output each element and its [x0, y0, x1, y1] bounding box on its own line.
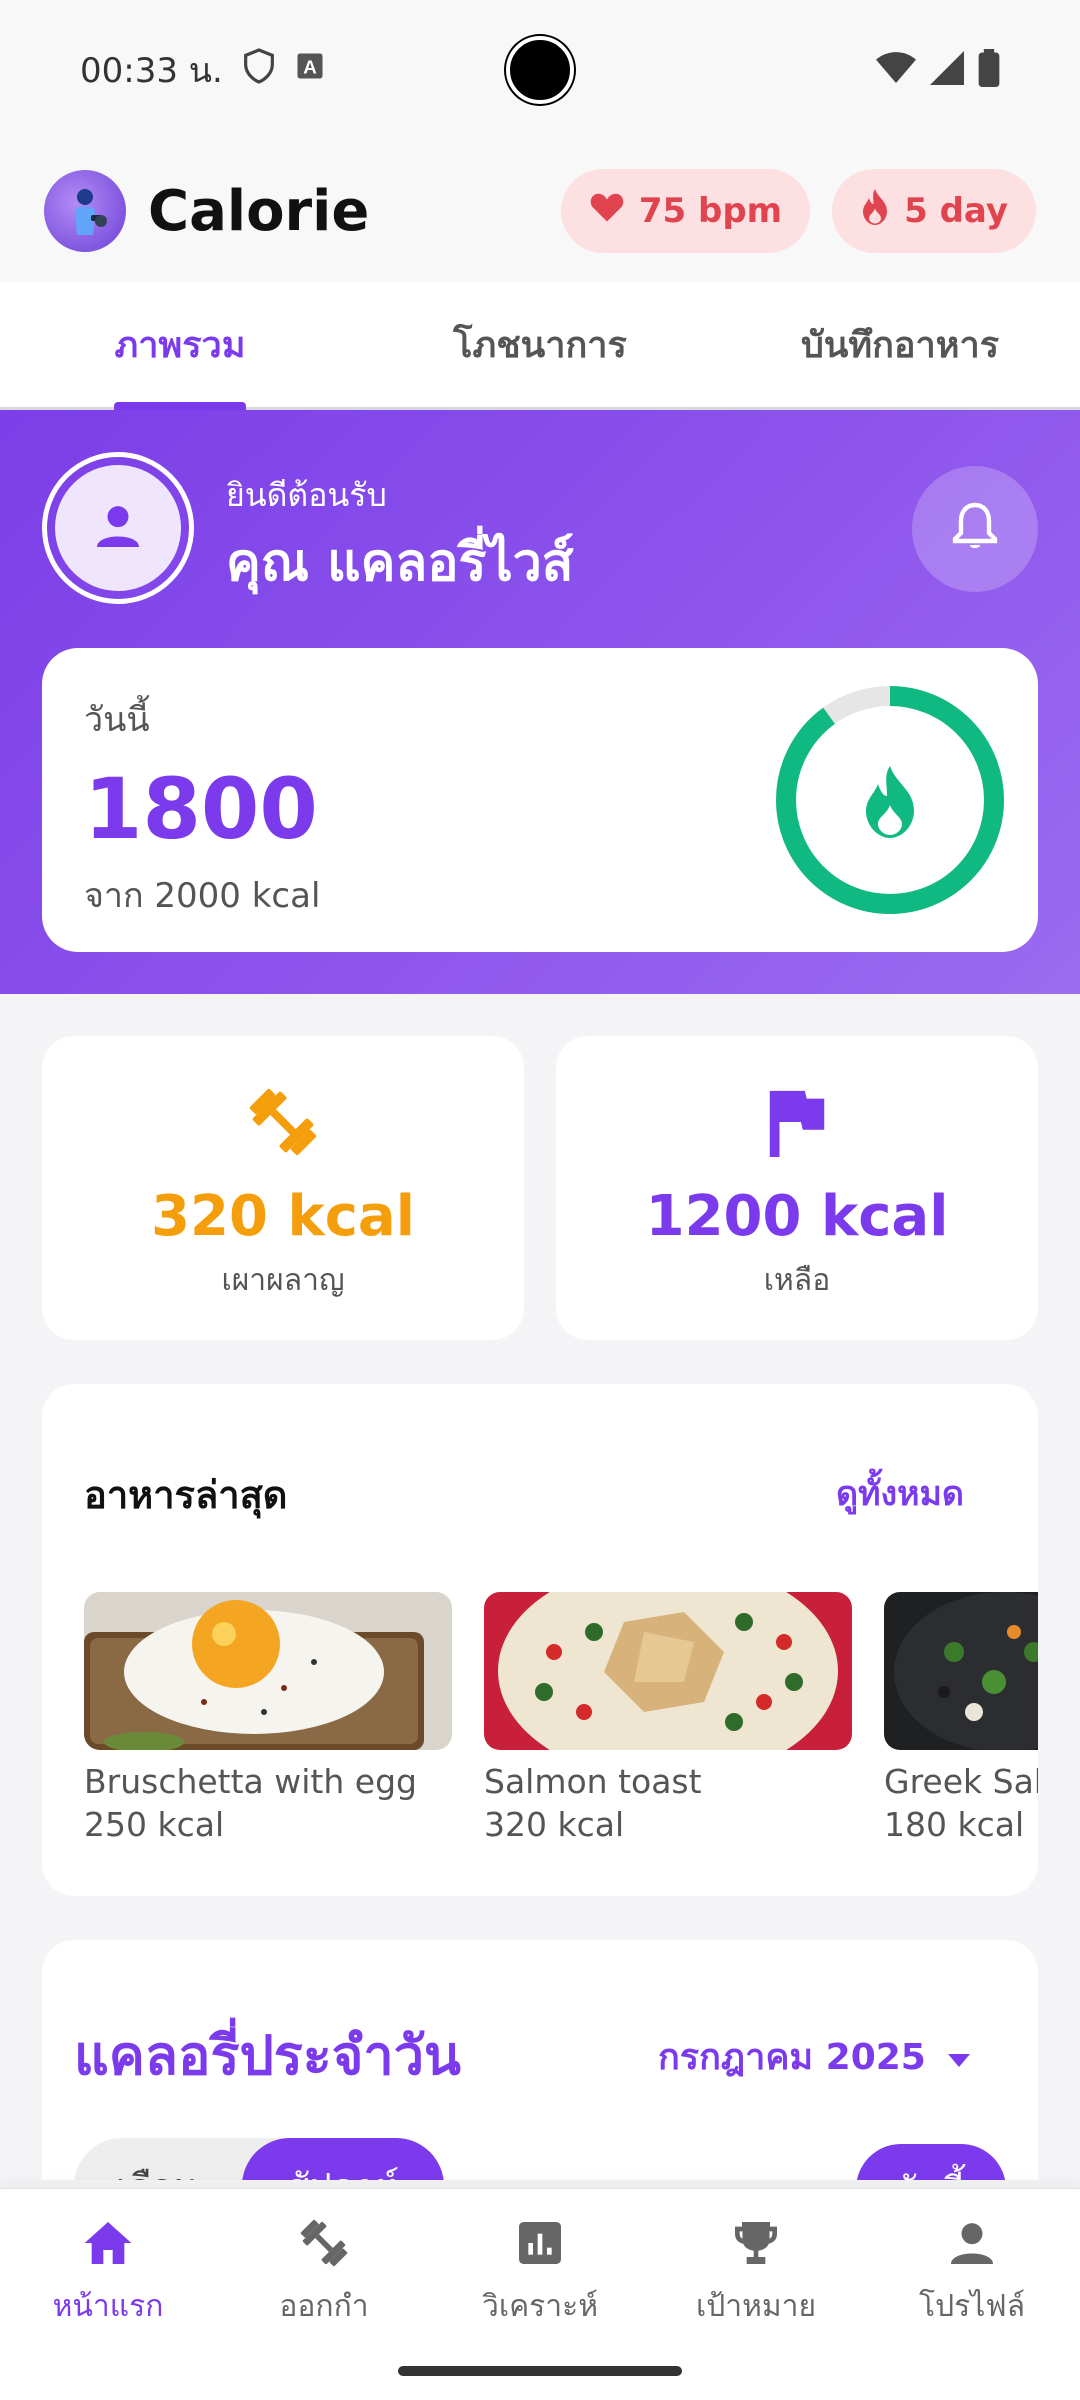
- today-calories-card[interactable]: วันนี้ 1800 จาก 2000 kcal: [42, 648, 1038, 952]
- today-goal-text: จาก 2000 kcal: [84, 876, 321, 916]
- nav-home[interactable]: หน้าแรก: [0, 2215, 216, 2330]
- remaining-label: เหลือ: [763, 1263, 831, 1298]
- calorie-progress-ring: [776, 686, 1004, 914]
- period-segmented-control: เดือน สัปดาห์: [74, 2138, 444, 2180]
- home-icon: [80, 2215, 136, 2275]
- daily-calories-card: แคลอรี่ประจำวัน กรกฎาคม 2025 เดือน สัปดา…: [42, 1940, 1038, 2180]
- person-icon: [90, 498, 146, 558]
- burned-calories-card[interactable]: 320 kcal เผาผลาญ: [42, 1036, 524, 1340]
- camera-cutout: [506, 36, 574, 104]
- battery-icon: [978, 49, 1000, 91]
- nav-label: โปรไฟล์: [919, 2289, 1025, 2324]
- nav-label: เป้าหมาย: [695, 2289, 817, 2324]
- streak-badge[interactable]: 5 day: [832, 169, 1036, 253]
- nav-label: วิเคราะห์: [481, 2289, 598, 2324]
- a-keyboard-icon: A: [295, 50, 325, 90]
- flag-icon: [765, 1082, 829, 1162]
- streak-value: 5 day: [904, 191, 1008, 231]
- food-name: Greek Sal: [884, 1762, 1038, 1801]
- heart-icon: [589, 191, 625, 232]
- app-title: Calorie: [148, 178, 370, 244]
- month-selector[interactable]: กรกฎาคม 2025: [658, 2028, 970, 2085]
- heart-rate-badge[interactable]: 75 bpm: [560, 169, 811, 253]
- person-icon: [944, 2215, 1000, 2275]
- food-kcal: 320 kcal: [484, 1805, 625, 1844]
- remaining-calories-card[interactable]: 1200 kcal เหลือ: [556, 1036, 1038, 1340]
- nav-analytics[interactable]: วิเคราะห์: [432, 2215, 648, 2330]
- fire-icon: [866, 766, 914, 838]
- caret-down-icon: [947, 2036, 970, 2077]
- nav-profile[interactable]: โปรไฟล์: [864, 2215, 1080, 2330]
- food-image-salmon-toast: [484, 1592, 852, 1750]
- tab-food-log[interactable]: บันทึกอาหาร: [720, 282, 1080, 407]
- daily-calories-title: แคลอรี่ประจำวัน: [74, 2024, 461, 2087]
- nav-label: หน้าแรก: [52, 2289, 164, 2324]
- today-label: วันนี้: [84, 700, 150, 740]
- food-item[interactable]: Greek Sal 180 kcal: [884, 1592, 1038, 1844]
- top-tabs: ภาพรวม โภชนาการ บันทึกอาหาร: [0, 282, 1080, 410]
- nav-goals[interactable]: เป้าหมาย: [648, 2215, 864, 2330]
- svg-text:A: A: [303, 57, 317, 78]
- avatar[interactable]: [42, 452, 194, 604]
- home-indicator[interactable]: [398, 2366, 682, 2376]
- remaining-value: 1200 kcal: [645, 1184, 949, 1249]
- segment-week[interactable]: สัปดาห์: [242, 2138, 444, 2180]
- food-image-bruschetta: [84, 1592, 452, 1750]
- food-image-greek-salad: [884, 1592, 1038, 1750]
- wifi-icon: [876, 51, 916, 89]
- tab-overview[interactable]: ภาพรวม: [0, 282, 360, 407]
- burned-label: เผาผลาญ: [221, 1263, 345, 1298]
- tab-nutrition[interactable]: โภชนาการ: [360, 282, 720, 407]
- bell-icon: [951, 501, 999, 557]
- shield-icon: [243, 47, 275, 93]
- food-item[interactable]: Bruschetta with egg 250 kcal: [84, 1592, 452, 1844]
- welcome-text: ยินดีต้อนรับ: [226, 476, 387, 514]
- hero-section: ยินดีต้อนรับ คุณ แคลอรี่ไวส์ วันนี้ 1800…: [0, 410, 1080, 994]
- nav-exercise[interactable]: ออกกำ: [216, 2215, 432, 2330]
- food-kcal: 180 kcal: [884, 1805, 1025, 1844]
- food-name: Salmon toast: [484, 1762, 702, 1801]
- recent-foods-card: อาหารล่าสุด ดูทั้งหมด Bruschetta with eg…: [42, 1384, 1038, 1896]
- app-logo: [44, 170, 126, 252]
- today-button[interactable]: วันนี้: [856, 2144, 1006, 2180]
- dumbbell-icon: [296, 2215, 352, 2275]
- fire-icon: [860, 188, 890, 234]
- analytics-icon: [512, 2215, 568, 2275]
- segment-month[interactable]: เดือน: [116, 2158, 198, 2180]
- notification-button[interactable]: [912, 466, 1038, 592]
- burned-value: 320 kcal: [151, 1184, 415, 1249]
- food-item[interactable]: Salmon toast 320 kcal: [484, 1592, 852, 1844]
- dumbbell-icon: [243, 1082, 323, 1162]
- see-all-link[interactable]: ดูทั้งหมด: [836, 1466, 964, 1520]
- recent-foods-title: อาหารล่าสุด: [84, 1473, 288, 1517]
- app-header: Calorie 75 bpm 5 day: [0, 140, 1080, 282]
- status-time: 00:33 น.: [80, 51, 223, 91]
- today-calories-value: 1800: [84, 760, 318, 858]
- nav-label: ออกกำ: [279, 2289, 369, 2324]
- food-kcal: 250 kcal: [84, 1805, 225, 1844]
- food-name: Bruschetta with egg: [84, 1762, 417, 1801]
- user-name: คุณ แคลอรี่ไวส์: [226, 533, 574, 593]
- month-selector-label: กรกฎาคม 2025: [658, 2037, 926, 2078]
- signal-icon: [930, 51, 964, 89]
- heart-rate-value: 75 bpm: [638, 191, 783, 231]
- trophy-icon: [728, 2215, 784, 2275]
